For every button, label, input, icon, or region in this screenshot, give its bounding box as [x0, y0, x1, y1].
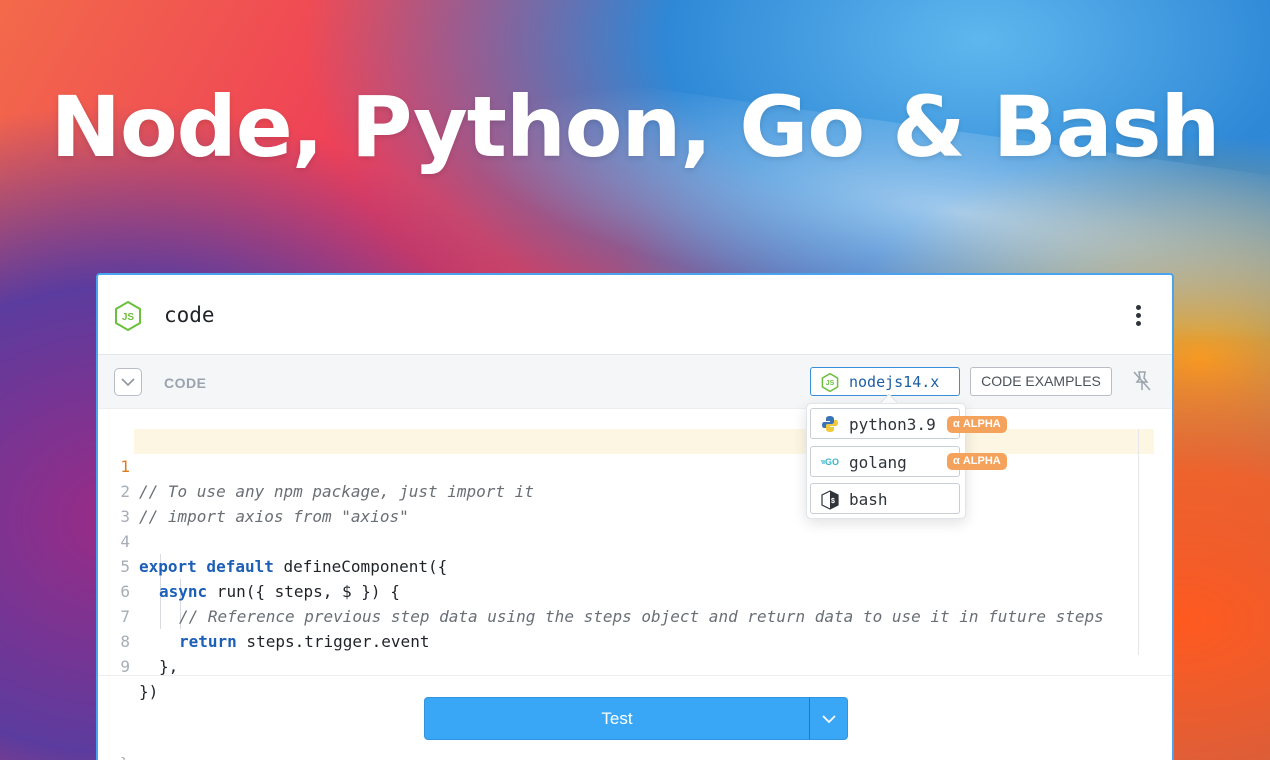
- unpin-icon[interactable]: [1132, 370, 1152, 392]
- section-label: CODE: [164, 375, 207, 391]
- svg-text:GO: GO: [825, 457, 839, 467]
- headline: Node, Python, Go & Bash: [50, 78, 1221, 176]
- runtime-select[interactable]: JS nodejs14.x: [810, 367, 960, 396]
- go-icon: GO: [821, 457, 839, 467]
- test-button[interactable]: Test: [424, 697, 810, 740]
- code-editor[interactable]: 1 // To use any npm package, just import…: [98, 409, 1172, 701]
- chevron-down-icon: [822, 715, 836, 724]
- step-footer: Test }: [98, 675, 1172, 760]
- runtime-dropdown: python3.9 GO golang $ bash: [806, 403, 966, 519]
- runtime-option-bash[interactable]: $ bash: [810, 483, 960, 514]
- code-line: 4 export default defineComponent({: [98, 504, 447, 576]
- runtime-option-label: python3.9: [849, 415, 936, 434]
- nodejs-icon: JS: [115, 301, 141, 331]
- code-keyword: async: [159, 582, 208, 601]
- code-text: steps.trigger.event: [236, 632, 430, 651]
- alpha-badge: α ALPHA: [947, 416, 1007, 433]
- more-options-icon[interactable]: [1134, 305, 1142, 327]
- code-examples-button[interactable]: CODE EXAMPLES: [970, 367, 1112, 396]
- code-line: 2 // import axios from "axios": [98, 454, 408, 526]
- code-line: 1 // To use any npm package, just import…: [98, 429, 534, 501]
- code-keyword: export default: [139, 557, 274, 576]
- svg-text:JS: JS: [122, 312, 135, 323]
- editor-ruler: [1138, 429, 1139, 655]
- code-line: 5 async run({ steps, $ }) {: [98, 529, 399, 601]
- chevron-down-icon: [121, 378, 135, 387]
- code-line: 3: [98, 479, 156, 526]
- code-comment: // Reference previous step data using th…: [179, 607, 1104, 626]
- runtime-option-label: bash: [849, 490, 888, 509]
- code-line: 8 },: [98, 604, 178, 676]
- test-options-button[interactable]: [809, 697, 848, 740]
- step-header: JS code: [98, 275, 1172, 355]
- code-text: run({ steps, $ }) {: [207, 582, 400, 601]
- code-line: 7 return steps.trigger.event: [98, 579, 429, 651]
- runtime-select-value: nodejs14.x: [849, 373, 940, 391]
- svg-text:JS: JS: [826, 380, 835, 387]
- bash-icon: $: [821, 490, 839, 510]
- code-snippet-peek: }: [120, 756, 128, 760]
- code-line: 6 // Reference previous step data using …: [98, 554, 1103, 626]
- collapse-button[interactable]: [114, 368, 142, 396]
- code-comment: // import axios from "axios": [139, 507, 409, 526]
- nodejs-icon: JS: [821, 373, 839, 392]
- code-step-card: JS code CODE JS nodejs14.x CODE EXAMPLES: [96, 273, 1174, 760]
- alpha-badge: α ALPHA: [947, 453, 1007, 470]
- python-icon: [822, 416, 838, 432]
- step-title: code: [164, 303, 215, 327]
- code-comment: // To use any npm package, just import i…: [139, 482, 534, 501]
- code-keyword: return: [179, 632, 237, 651]
- code-line: 9 }): [98, 629, 158, 701]
- svg-text:$: $: [831, 498, 835, 506]
- code-toolbar: CODE JS nodejs14.x CODE EXAMPLES: [98, 355, 1172, 409]
- runtime-option-label: golang: [849, 453, 907, 472]
- code-text: defineComponent({: [273, 557, 448, 576]
- runtime-option-golang[interactable]: GO golang: [810, 446, 960, 477]
- runtime-option-python[interactable]: python3.9: [810, 408, 960, 439]
